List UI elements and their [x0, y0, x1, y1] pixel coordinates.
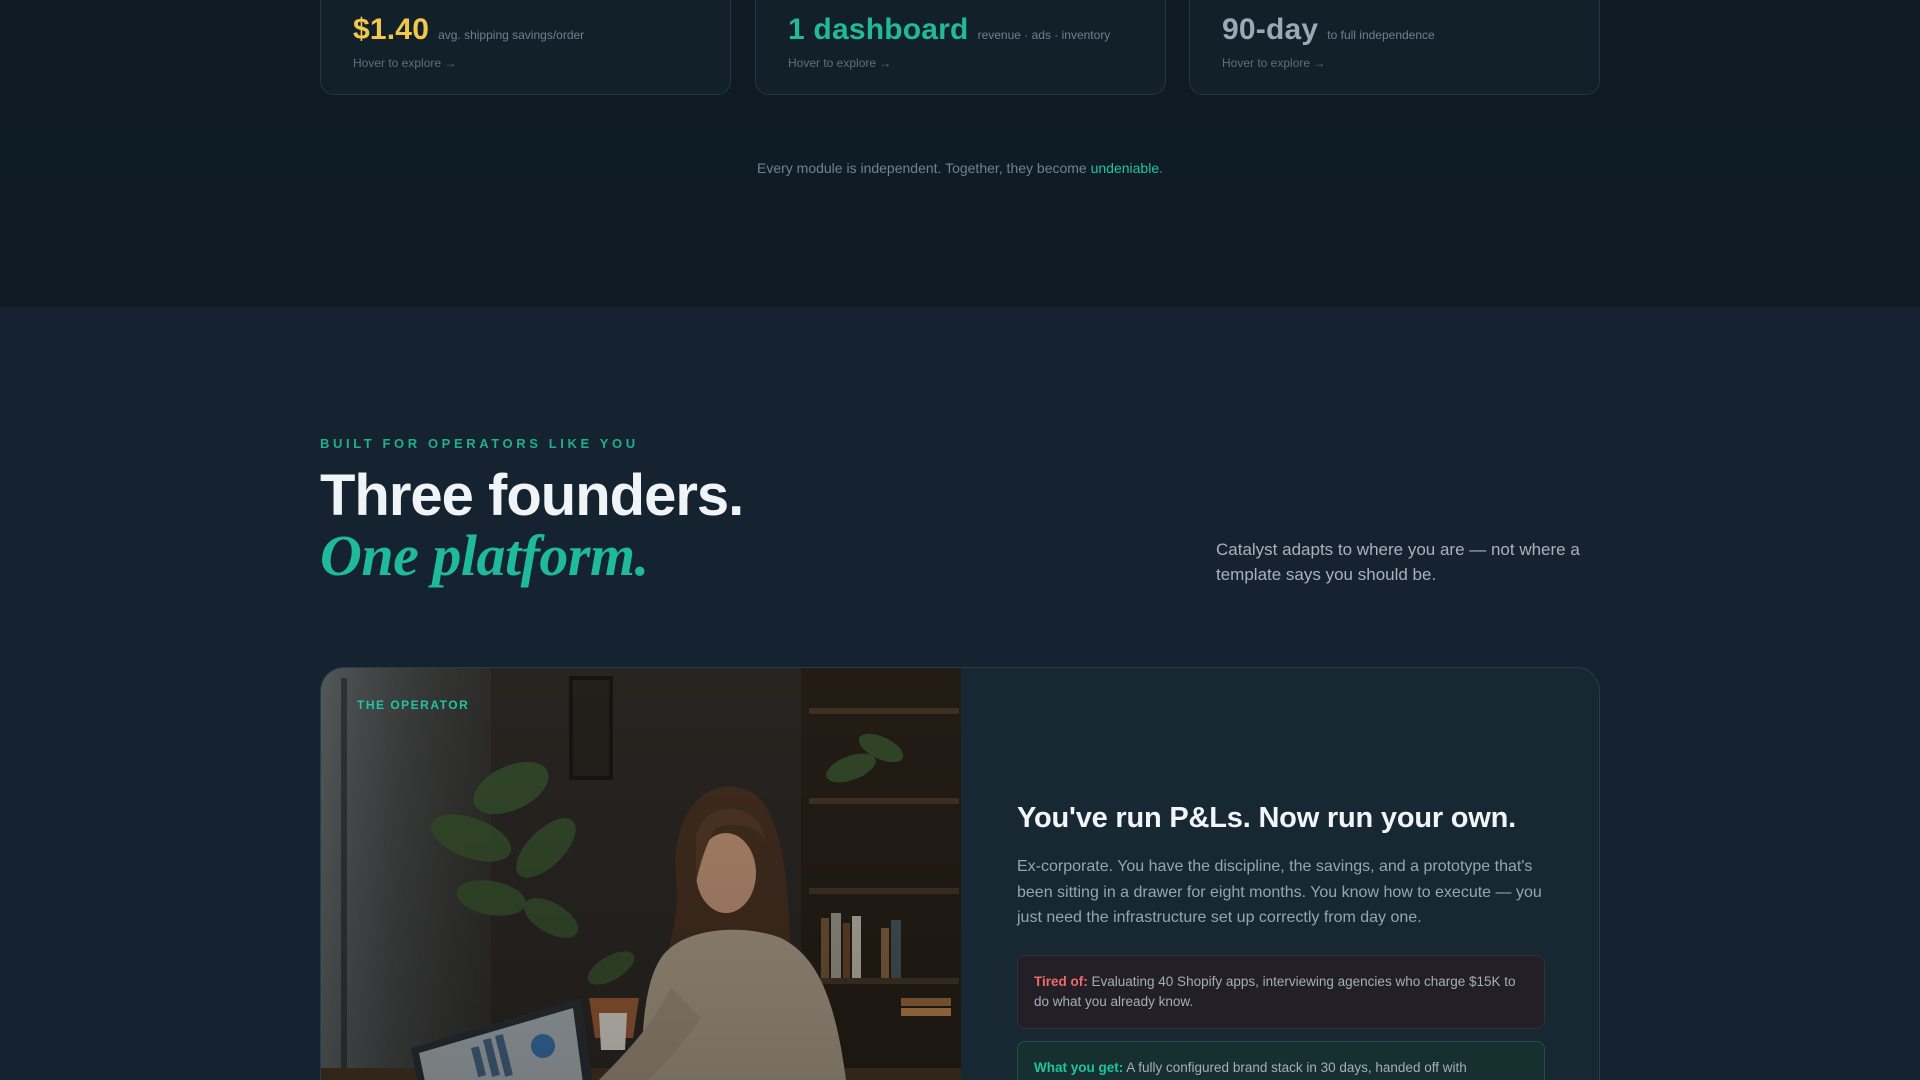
persona-title: You've run P&Ls. Now run your own.	[1017, 802, 1517, 834]
hover-hint: Hover to explore →	[788, 56, 892, 70]
tagline-suffix: .	[1159, 160, 1164, 176]
pain-point-callout: Tired of: Evaluating 40 Shopify apps, in…	[1017, 955, 1545, 1029]
section-headline-italic: One platform.	[320, 523, 649, 588]
stat-card-shipping[interactable]: $1.40 avg. shipping savings/order Hover …	[320, 0, 731, 95]
benefit-callout: What you get: A fully configured brand s…	[1017, 1041, 1545, 1080]
stat-value: 90-day	[1222, 13, 1319, 46]
stat-line: 1 dashboard revenue · ads · inventory	[788, 13, 1133, 47]
persona-body: Ex-corporate. You have the discipline, t…	[1017, 858, 1542, 927]
section-headline: Three founders.	[320, 463, 744, 528]
benefit-text: A fully configured brand stack in 30 day…	[1123, 1060, 1467, 1075]
stat-value: $1.40	[353, 13, 430, 46]
section-eyebrow: BUILT FOR OPERATORS LIKE YOU	[320, 436, 639, 451]
stat-card-independence[interactable]: 90-day to full independence Hover to exp…	[1189, 0, 1600, 95]
hover-hint: Hover to explore →	[1222, 56, 1326, 70]
operator-photo: THE OPERATOR	[321, 668, 961, 1080]
persona-tag: THE OPERATOR	[357, 698, 470, 712]
stat-line: 90-day to full independence	[1222, 13, 1567, 47]
founders-section: BUILT FOR OPERATORS LIKE YOU Three found…	[0, 307, 1920, 1080]
persona-card-operator: THE OPERATOR You've run P&Ls. Now run yo…	[320, 667, 1600, 1080]
benefit-label: What you get:	[1034, 1060, 1124, 1075]
stat-description: to full independence	[1327, 28, 1435, 42]
stat-description: revenue · ads · inventory	[977, 28, 1111, 42]
modules-section: $1.40 avg. shipping savings/order Hover …	[0, 0, 1920, 307]
operator-illustration	[321, 668, 961, 1080]
tagline-highlight: undeniable	[1090, 160, 1160, 176]
pain-point-label: Tired of:	[1034, 974, 1088, 989]
section-blurb: Catalyst adapts to where you are — not w…	[1216, 540, 1580, 584]
stat-value: 1 dashboard	[788, 13, 969, 46]
stat-line: $1.40 avg. shipping savings/order	[353, 13, 698, 47]
stat-description: avg. shipping savings/order	[438, 28, 585, 42]
pain-point-text: Evaluating 40 Shopify apps, interviewing…	[1034, 974, 1516, 1009]
hover-hint: Hover to explore →	[353, 56, 457, 70]
stat-card-dashboard[interactable]: 1 dashboard revenue · ads · inventory Ho…	[755, 0, 1166, 95]
modules-tagline: Every module is independent. Together, t…	[0, 160, 1920, 176]
tagline-prefix: Every module is independent. Together, t…	[756, 160, 1091, 176]
